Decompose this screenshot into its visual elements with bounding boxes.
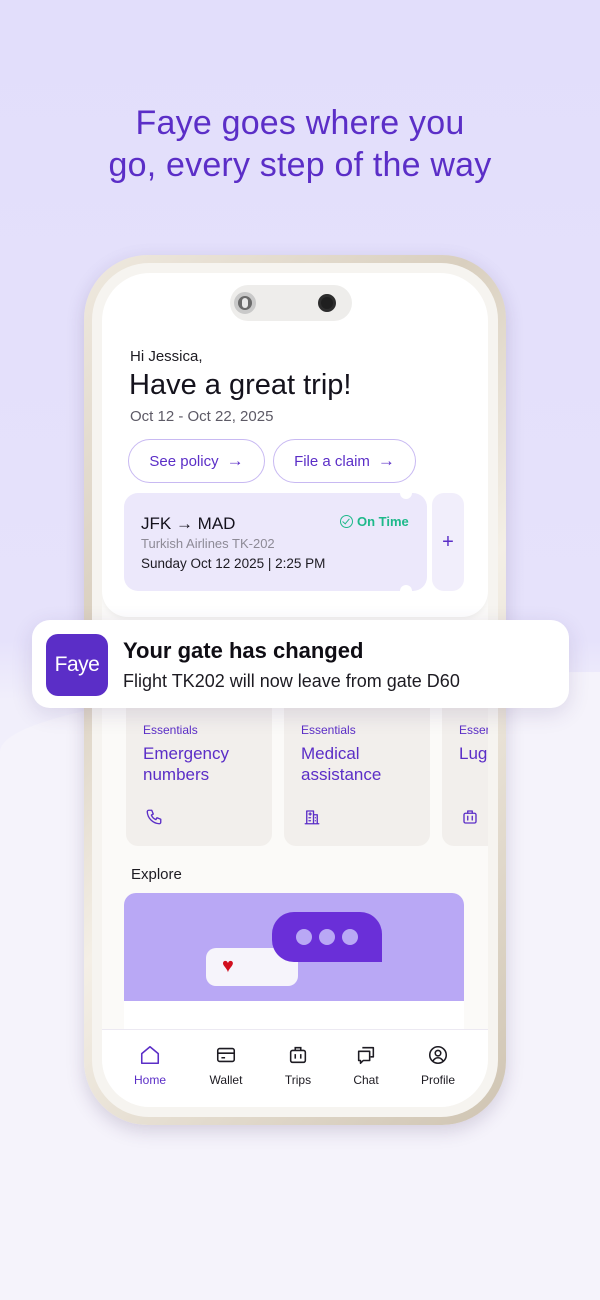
file-claim-label: File a claim [294,452,370,470]
essentials-card-emergency[interactable]: Essentials Emergency numbers [126,688,272,846]
typing-bubble-illustration [272,912,382,962]
tab-profile[interactable]: Profile [408,1044,468,1087]
face-id-sensor-icon [234,292,256,314]
greeting-text: Hi Jessica, [130,348,203,365]
home-icon [140,1045,160,1065]
page-title: Have a great trip! [129,369,352,401]
phone-icon [146,809,162,825]
ticket-notch [400,585,412,597]
flight-status-label: On Time [357,514,409,529]
camera-icon [318,294,336,312]
flight-airline: Turkish Airlines TK-202 [141,536,275,551]
see-policy-button[interactable]: See policy → [128,439,265,483]
explore-card[interactable]: ♥ [124,893,464,1043]
explore-banner: ♥ [124,893,464,1001]
tab-label: Trips [284,1073,312,1087]
heart-icon: ♥ [222,955,234,977]
essentials-title: Medical assistance [301,744,382,784]
typing-dot [296,929,312,945]
notification-body: Flight TK202 will now leave from gate D6… [123,671,460,691]
essentials-card-medical[interactable]: Essentials Medical assistance [284,688,430,846]
trip-summary-card: Hi Jessica, Have a great trip! Oct 12 - … [102,273,488,617]
essentials-tag: Essentials [301,723,356,737]
check-circle-icon [340,515,353,528]
marketing-headline: Faye goes where you go, every step of th… [0,102,600,186]
chat-icon [357,1046,375,1065]
essentials-card-luggage[interactable]: Essen Lug assi [442,688,488,846]
arrow-right-icon: → [226,451,244,470]
flight-status-badge: On Time [340,514,409,529]
essentials-tag: Essentials [143,723,198,737]
essentials-title: Lug assi [459,744,488,763]
tab-label: Home [133,1073,166,1087]
tab-label: Profile [420,1073,455,1087]
headline-line-1: Faye goes where you [135,104,465,142]
wallet-icon [216,1047,236,1063]
tab-label: Chat [353,1073,379,1087]
tab-label: Wallet [209,1073,243,1087]
push-notification[interactable]: Faye Your gate has changed Flight TK202 … [32,620,569,708]
arrow-right-icon: → [377,451,395,470]
tab-home[interactable]: Home [120,1044,180,1087]
flight-card[interactable]: JFK → MAD Turkish Airlines TK-202 Sunday… [124,487,427,597]
see-policy-label: See policy [149,452,219,470]
essentials-title: Emergency numbers [143,744,229,784]
luggage-icon [463,810,477,824]
bottom-tab-bar: Home Wallet Trips Chat Profile [102,1029,488,1107]
add-flight-button[interactable]: + [432,493,464,591]
tab-chat[interactable]: Chat [336,1044,396,1087]
dynamic-island [230,285,352,321]
hospital-icon [304,810,320,825]
plus-icon: + [442,530,454,553]
tab-trips[interactable]: Trips [268,1044,328,1087]
notification-title: Your gate has changed [123,638,364,663]
flight-departure: Sunday Oct 12 2025 | 2:25 PM [141,556,326,571]
ticket-notch [400,487,412,499]
file-claim-button[interactable]: File a claim → [273,439,416,483]
trip-dates: Oct 12 - Oct 22, 2025 [130,408,274,425]
explore-heading: Explore [131,866,182,883]
profile-icon [428,1045,448,1065]
flight-route: JFK → MAD [141,514,236,533]
suitcase-icon [289,1046,307,1064]
headline-line-2: go, every step of the way [108,146,492,184]
tab-wallet[interactable]: Wallet [196,1044,256,1087]
faye-app-logo: Faye [46,634,108,696]
typing-dot [342,929,358,945]
essentials-tag: Essen [459,723,488,737]
typing-dot [319,929,335,945]
